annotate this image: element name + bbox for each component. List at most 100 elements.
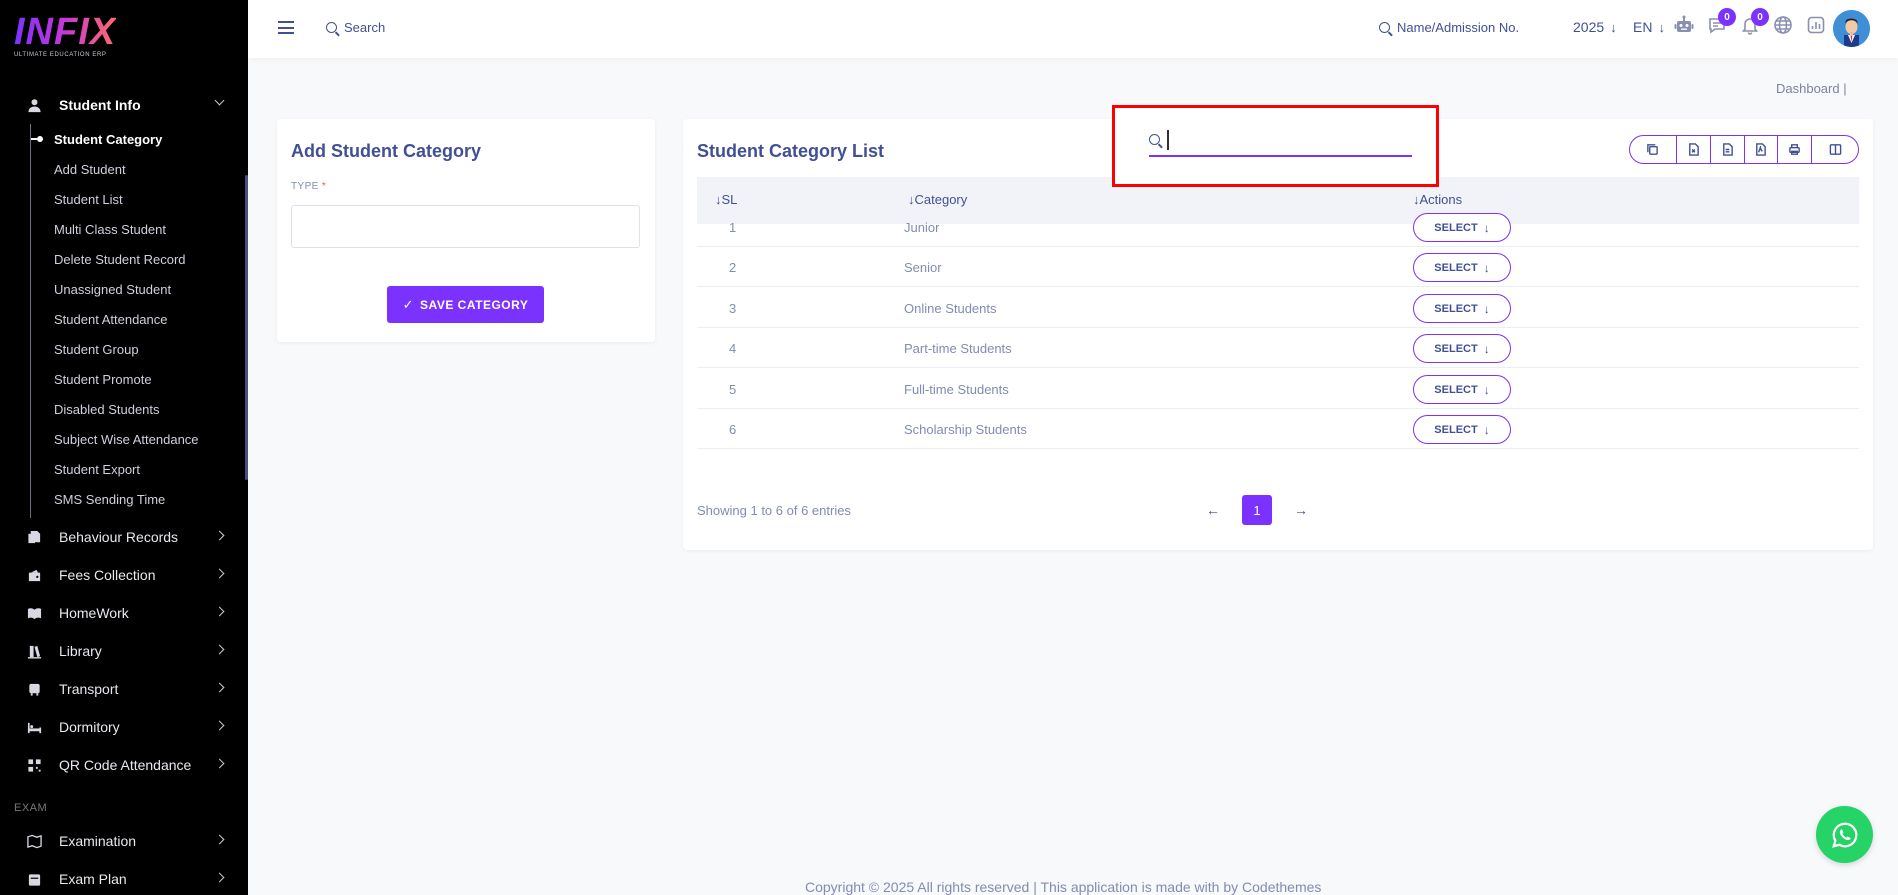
- chevron-right-icon: [214, 682, 225, 693]
- sidebar-scrollbar[interactable]: [245, 175, 248, 480]
- text-cursor: [1167, 129, 1169, 150]
- qr-icon: [26, 757, 42, 773]
- row-sl: 1: [729, 220, 737, 235]
- chevron-right-icon: [214, 530, 225, 541]
- arrow-down-icon: ↓: [1483, 260, 1490, 275]
- csv-button[interactable]: [1711, 136, 1745, 163]
- bell-icon[interactable]: 0: [1739, 8, 1769, 36]
- column-visibility-button[interactable]: [1812, 136, 1858, 163]
- chevron-down-icon: [214, 95, 225, 106]
- search-icon: [1379, 22, 1390, 33]
- sidebar-subitem[interactable]: Multi Class Student: [31, 214, 245, 244]
- sidebar-item-homework[interactable]: HomeWork: [0, 594, 245, 632]
- chevron-right-icon: [214, 872, 225, 883]
- type-input[interactable]: [291, 205, 640, 248]
- pagination: ← 1 →: [1198, 495, 1316, 525]
- year-selector[interactable]: 2025 ↓: [1573, 19, 1617, 35]
- chevron-right-icon: [214, 834, 225, 845]
- sidebar-item-examination[interactable]: Examination: [0, 822, 245, 860]
- sidebar-item-exam-plan[interactable]: Exam Plan: [0, 860, 245, 895]
- sidebar-item-dormitory[interactable]: Dormitory: [0, 708, 245, 746]
- sidebar-subitem[interactable]: Student Category: [31, 124, 245, 154]
- sidebar-item-transport[interactable]: Transport: [0, 670, 245, 708]
- sidebar-item-qr-code-attendance[interactable]: QR Code Attendance: [0, 746, 245, 784]
- sidebar-subitem[interactable]: SMS Sending Time: [31, 484, 245, 514]
- sidebar-item-behaviour-records[interactable]: Behaviour Records: [0, 518, 245, 556]
- excel-button[interactable]: [1677, 136, 1711, 163]
- breadcrumb[interactable]: Dashboard |: [1776, 81, 1847, 96]
- row-category: Online Students: [904, 301, 997, 316]
- row-sl: 6: [729, 422, 737, 437]
- calendar-icon: [26, 871, 42, 887]
- row-category: Junior: [904, 220, 940, 235]
- column-sl[interactable]: ↓SL: [715, 192, 737, 207]
- column-category[interactable]: ↓Category: [908, 192, 967, 207]
- sidebar-subitem[interactable]: Student Export: [31, 454, 245, 484]
- avatar[interactable]: [1833, 10, 1870, 47]
- table-row: 1 Junior SELECT ↓: [697, 207, 1859, 247]
- menu-toggle-icon[interactable]: [278, 21, 294, 34]
- arrow-down-icon: ↓: [1610, 20, 1617, 35]
- sidebar-subitem[interactable]: Add Student: [31, 154, 245, 184]
- sidebar-item-label: Library: [59, 643, 102, 659]
- sidebar-subitem[interactable]: Student List: [31, 184, 245, 214]
- brand-tagline: ULTIMATE EDUCATION ERP: [14, 52, 107, 58]
- pdf-icon: [1756, 143, 1767, 156]
- global-search-label: Search: [344, 20, 386, 35]
- table-info: Showing 1 to 6 of 6 entries: [697, 503, 851, 518]
- student-info-submenu: Student Category Add Student Student List M…: [30, 124, 245, 518]
- sidebar-subitem[interactable]: Student Attendance: [31, 304, 245, 334]
- chevron-right-icon: [214, 758, 225, 769]
- sidebar-item-label: QR Code Attendance: [59, 757, 192, 773]
- sidebar-item-fees-collection[interactable]: Fees Collection: [0, 556, 245, 594]
- pdf-button[interactable]: [1745, 136, 1779, 163]
- whatsapp-button[interactable]: [1816, 806, 1873, 863]
- table-search-input[interactable]: [1149, 124, 1412, 157]
- column-actions[interactable]: ↓Actions: [1413, 192, 1462, 207]
- select-action-button[interactable]: SELECT ↓: [1413, 213, 1511, 242]
- admission-search[interactable]: Name/Admission No.: [1379, 20, 1519, 35]
- page-number-button[interactable]: 1: [1242, 495, 1272, 525]
- arrow-down-icon: ↓: [1483, 422, 1490, 437]
- print-icon: [1789, 144, 1801, 155]
- chat-icon[interactable]: 0: [1706, 8, 1736, 36]
- sidebar-subitem[interactable]: Unassigned Student: [31, 274, 245, 304]
- table-row: 4 Part-time Students SELECT ↓: [697, 328, 1859, 368]
- top-header: Search Name/Admission No. 2025 ↓ EN ↓ 0 0: [248, 0, 1898, 58]
- sidebar-subitem[interactable]: Delete Student Record: [31, 244, 245, 274]
- select-action-button[interactable]: SELECT ↓: [1413, 334, 1511, 363]
- sidebar-section-exam: EXAM: [14, 802, 48, 814]
- row-category: Part-time Students: [904, 341, 1012, 356]
- next-page-button[interactable]: →: [1286, 495, 1316, 525]
- print-button[interactable]: [1778, 136, 1813, 163]
- arrow-down-icon: ↓: [1483, 301, 1490, 316]
- brand-name: INFIX: [14, 11, 117, 53]
- analytics-icon[interactable]: [1805, 14, 1827, 36]
- brand-logo[interactable]: INFIX ULTIMATE EDUCATION ERP: [14, 11, 117, 58]
- select-action-button[interactable]: SELECT ↓: [1413, 415, 1511, 444]
- prev-page-button[interactable]: ←: [1198, 495, 1228, 525]
- sidebar-item-label: Exam Plan: [59, 871, 127, 887]
- global-search[interactable]: Search: [326, 20, 385, 35]
- wallet-icon: [26, 567, 42, 583]
- select-action-button[interactable]: SELECT ↓: [1413, 294, 1511, 323]
- sidebar-subitem[interactable]: Disabled Students: [31, 394, 245, 424]
- robot-icon[interactable]: [1673, 14, 1695, 36]
- user-icon: [26, 97, 42, 113]
- sidebar-item-library[interactable]: Library: [0, 632, 245, 670]
- select-action-button[interactable]: SELECT ↓: [1413, 375, 1511, 404]
- columns-icon: [1829, 144, 1841, 155]
- sidebar-subitem[interactable]: Subject Wise Attendance: [31, 424, 245, 454]
- excel-icon: [1688, 143, 1699, 156]
- copy-button[interactable]: [1630, 136, 1677, 163]
- sidebar-subitem[interactable]: Student Promote: [31, 364, 245, 394]
- sidebar-subitem[interactable]: Student Group: [31, 334, 245, 364]
- save-category-button[interactable]: ✓ SAVE CATEGORY: [387, 286, 544, 323]
- add-category-title: Add Student Category: [291, 141, 482, 161]
- language-selector[interactable]: EN ↓: [1633, 19, 1665, 35]
- table-row: 6 Scholarship Students SELECT ↓: [697, 409, 1859, 449]
- select-action-button[interactable]: SELECT ↓: [1413, 253, 1511, 282]
- globe-icon[interactable]: [1772, 14, 1794, 36]
- sidebar-item-student-info[interactable]: Student Info: [0, 86, 245, 124]
- sidebar-item-label: Behaviour Records: [59, 529, 179, 545]
